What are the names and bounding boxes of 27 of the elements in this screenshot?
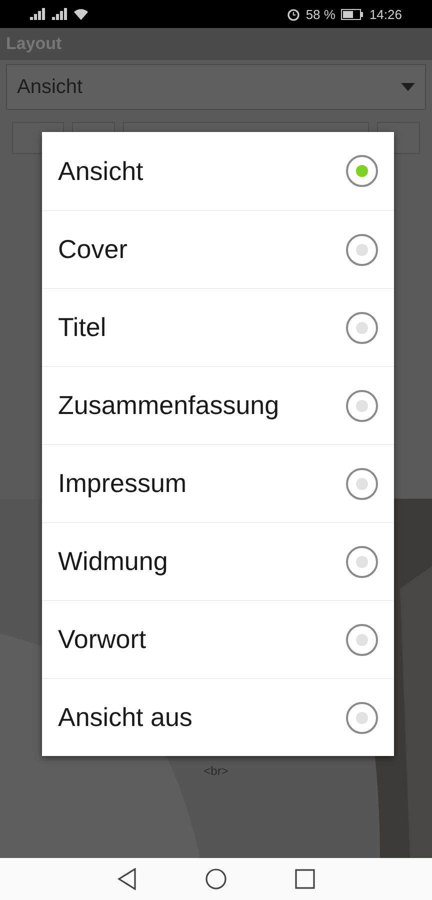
option-item[interactable]: Ansicht aus [42,678,394,756]
radio-button[interactable] [346,390,378,422]
battery-icon [341,8,364,20]
clock-time: 14:26 [369,6,402,22]
alarm-icon [286,8,300,20]
signal-icon [52,8,68,20]
caret-icon [401,83,415,91]
option-item[interactable]: Vorwort [42,600,394,678]
recents-icon[interactable] [295,869,315,889]
radio-button[interactable] [346,468,378,500]
signal-icon [30,8,46,20]
radio-button[interactable] [346,624,378,656]
option-item[interactable]: Impressum [42,444,394,522]
radio-button[interactable] [346,155,378,187]
radio-button[interactable] [346,234,378,266]
option-item[interactable]: Cover [42,210,394,288]
back-icon[interactable] [117,868,137,890]
radio-button[interactable] [346,702,378,734]
option-item[interactable]: Ansicht [42,132,394,210]
wifi-icon [74,8,88,20]
option-item[interactable]: Widmung [42,522,394,600]
option-item[interactable]: Zusammenfassung [42,366,394,444]
option-item[interactable]: Titel [42,288,394,366]
radio-button[interactable] [346,312,378,344]
home-icon[interactable] [205,868,227,890]
battery-percentage: 58 % [306,6,336,22]
radio-button[interactable] [346,546,378,578]
